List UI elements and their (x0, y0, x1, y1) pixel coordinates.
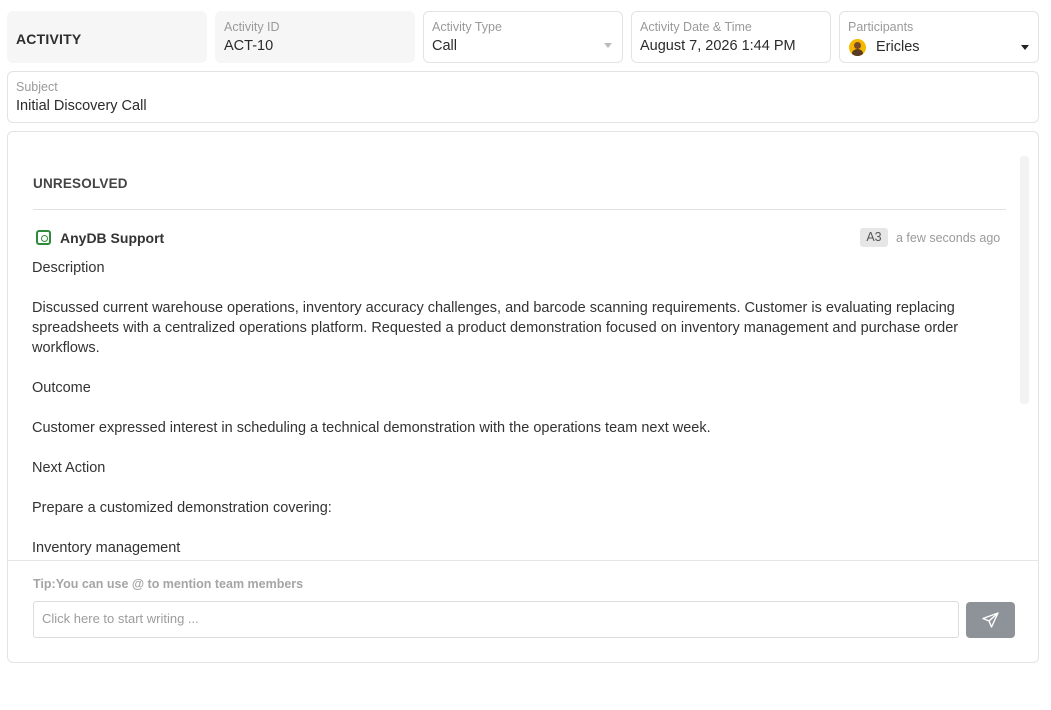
comment-paragraph: Next Action (32, 460, 106, 476)
participant-avatar (849, 39, 866, 56)
activity-datetime-label: Activity Date & Time (640, 20, 752, 34)
tip-text: You can use @ to mention team members (55, 577, 304, 591)
tip-label: Tip: (33, 577, 56, 591)
send-icon (982, 612, 999, 628)
comment-author: AnyDB Support (60, 230, 165, 246)
thread-status-heading: UNRESOLVED (33, 176, 128, 191)
comment-paragraph: Outcome (32, 380, 91, 396)
activity-type-label: Activity Type (432, 20, 502, 34)
divider (8, 560, 1038, 561)
comment-timestamp: a few seconds ago (896, 231, 1001, 245)
comment-body: Description Discussed current warehouse … (32, 258, 1007, 578)
activity-id-value: ACT-10 (224, 38, 274, 54)
comment-input[interactable] (34, 602, 958, 637)
activity-type-select[interactable]: Activity Type Call (423, 11, 623, 63)
comments-scrollbar[interactable] (1020, 156, 1029, 404)
activity-id-label: Activity ID (224, 20, 280, 34)
chevron-down-icon (604, 43, 612, 48)
participant-name: Ericles (876, 39, 920, 55)
activity-datetime-field[interactable]: Activity Date & Time August 7, 2026 1:44… (631, 11, 831, 63)
subject-field[interactable]: Subject Initial Discovery Call (7, 71, 1039, 123)
divider (33, 209, 1006, 210)
anydb-logo-icon (36, 230, 51, 245)
comment-paragraph: Customer expressed interest in schedulin… (32, 420, 711, 436)
participants-label: Participants (848, 20, 914, 34)
participants-select[interactable]: Participants Ericles (839, 11, 1039, 63)
activity-type-value: Call (432, 38, 457, 54)
comment-paragraph: Inventory management (32, 540, 181, 556)
comment-badge: A3 (860, 228, 888, 247)
chevron-down-icon (1021, 45, 1029, 50)
page-title: ACTIVITY (16, 31, 82, 47)
comment-paragraph: Prepare a customized demonstration cover… (32, 500, 332, 516)
page-header: ACTIVITY (7, 11, 207, 63)
send-button[interactable] (966, 602, 1015, 638)
comment-composer[interactable] (33, 601, 959, 638)
activity-datetime-value: August 7, 2026 1:44 PM (640, 38, 796, 54)
subject-value: Initial Discovery Call (16, 98, 147, 114)
subject-label: Subject (16, 80, 58, 94)
comments-panel: UNRESOLVED AnyDB Support A3 a few second… (7, 131, 1039, 663)
comment-paragraph: Discussed current warehouse operations, … (32, 300, 959, 356)
activity-id-field: Activity ID ACT-10 (215, 11, 415, 63)
composer-tip: Tip:You can use @ to mention team member… (33, 577, 303, 591)
comment-paragraph: Description (32, 260, 105, 276)
